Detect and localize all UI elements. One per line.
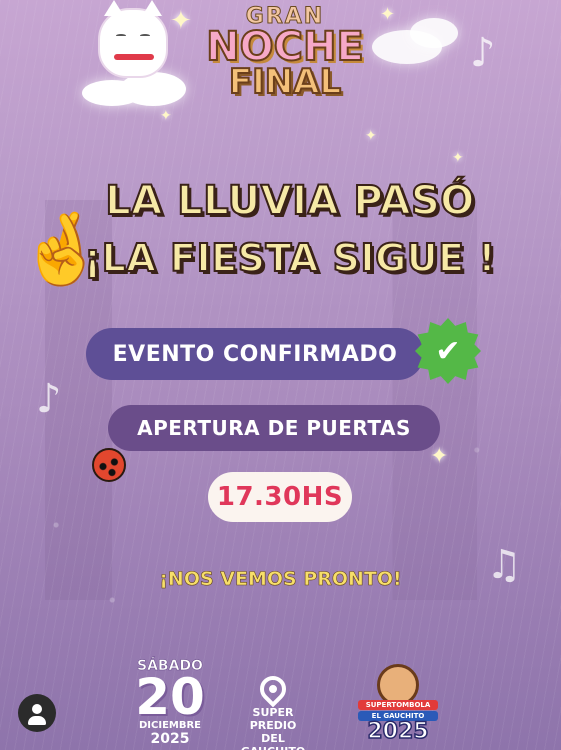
sponsor-tag: SUPERTOMBOLA <box>358 700 438 710</box>
headline-line-2: ¡LA FIESTA SIGUE ! <box>83 235 497 281</box>
sparkle-icon: ✦ <box>365 128 377 144</box>
music-note-icon: ♪ <box>470 30 496 76</box>
user-avatar-icon[interactable] <box>18 694 56 732</box>
date-month: DICIEMBRE <box>138 720 202 731</box>
sparkle-icon: ✦ <box>452 150 464 166</box>
doors-opening-time: 17.30HS <box>208 472 352 522</box>
location-pin-icon <box>254 670 292 708</box>
closing-message: ¡NOS VEMOS PRONTO! <box>159 568 402 591</box>
date-year: 2025 <box>150 731 190 747</box>
event-confirmed-banner: EVENTO CONFIRMADO <box>86 328 424 380</box>
music-note-icon: ♪ <box>36 376 62 422</box>
sparkle-icon: ✦ <box>160 108 172 124</box>
check-badge-icon: ✔ <box>415 318 481 384</box>
lucky-cat-illustration <box>98 0 168 78</box>
logo-line-3: FINAL <box>228 62 342 102</box>
date-day: 20 <box>135 668 205 726</box>
logo-line-2: NOCHE <box>205 24 365 70</box>
ladybug-icon <box>92 448 126 482</box>
event-venue: SUPER PREDIO DEL GAUCHITO <box>228 670 318 750</box>
headline-line-1: LA LLUVIA PASÓ <box>104 177 475 225</box>
sponsor-year: 2025 <box>367 719 430 744</box>
sparkle-icon: ✦ <box>170 6 192 36</box>
sparkle-icon: ✦ <box>430 444 449 469</box>
cloud-top-right-2 <box>410 18 458 48</box>
doors-opening-label: APERTURA DE PUERTAS <box>108 405 440 451</box>
event-logo: GRAN NOCHE FINAL <box>190 4 380 102</box>
sparkle-icon: ✦ <box>380 4 396 25</box>
sponsor-logo: SUPERTOMBOLA EL GAUCHITO 2025 <box>358 664 438 744</box>
venue-line-1: SUPER PREDIO <box>249 706 297 732</box>
venue-line-2: DEL GAUCHITO <box>241 732 305 750</box>
event-date: SÁBADO 20 DICIEMBRE 2025 <box>130 658 210 747</box>
